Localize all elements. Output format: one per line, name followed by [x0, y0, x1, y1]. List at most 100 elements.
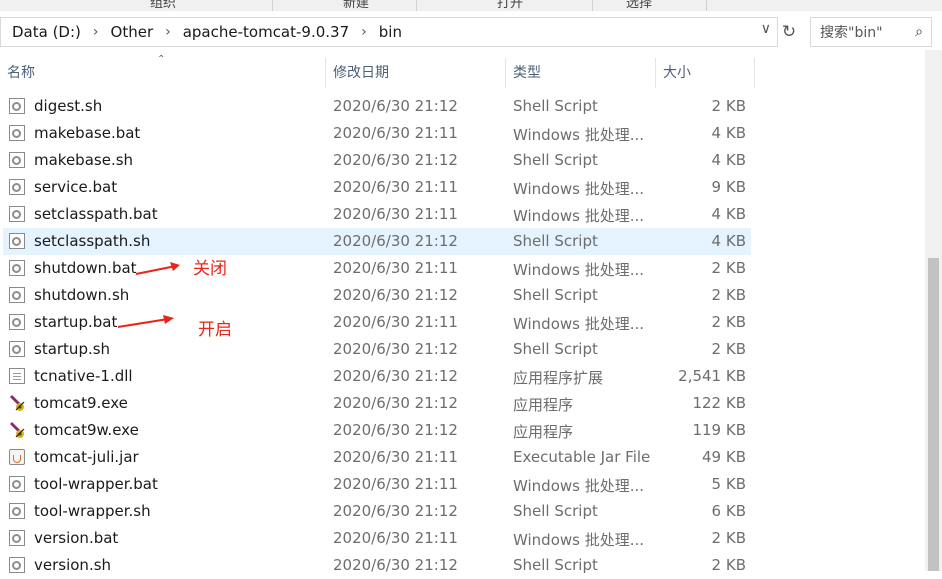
- file-row[interactable]: version.bat 2020/6/30 21:11 Windows 批处理...…: [3, 525, 751, 552]
- ribbon-tab-organize[interactable]: 组织: [150, 0, 176, 11]
- file-date: 2020/6/30 21:11: [333, 475, 458, 493]
- column-header-size[interactable]: 大小: [663, 56, 691, 88]
- file-row[interactable]: tool-wrapper.sh 2020/6/30 21:12 Shell Scri…: [3, 498, 751, 525]
- file-row[interactable]: makebase.bat 2020/6/30 21:11 Windows 批处理..…: [3, 120, 751, 147]
- file-type: Windows 批处理...: [513, 180, 645, 198]
- column-divider[interactable]: [505, 58, 506, 88]
- search-input[interactable]: 搜索"bin" ⌕: [810, 17, 932, 47]
- file-date: 2020/6/30 21:12: [333, 232, 458, 250]
- ribbon-separator: [706, 0, 707, 11]
- annotation-startup-label: 开启: [198, 320, 232, 340]
- script-file-icon: [9, 125, 25, 141]
- file-size: 9 KB: [711, 178, 746, 196]
- file-type: 应用程序: [513, 396, 574, 414]
- file-type: Windows 批处理...: [513, 126, 645, 144]
- file-row[interactable]: startup.sh 2020/6/30 21:12 Shell Script 2 K…: [3, 336, 751, 363]
- file-name: setclasspath.bat: [34, 205, 158, 223]
- tomcat-exe-icon: [9, 422, 25, 438]
- file-row[interactable]: tomcat9w.exe 2020/6/30 21:12 应用程序 119 KB: [3, 417, 751, 444]
- file-row[interactable]: tomcat-juli.jar 2020/6/30 21:11 Executable…: [3, 444, 751, 471]
- script-file-icon: [9, 530, 25, 546]
- file-size: 49 KB: [702, 448, 746, 466]
- file-row[interactable]: version.sh 2020/6/30 21:12 Shell Script 2 K…: [3, 552, 751, 579]
- breadcrumb-drive[interactable]: Data (D:): [12, 23, 81, 41]
- file-date: 2020/6/30 21:12: [333, 97, 458, 115]
- file-name: version.bat: [34, 529, 119, 547]
- file-name: tool-wrapper.bat: [34, 475, 158, 493]
- column-divider[interactable]: [655, 58, 656, 88]
- ribbon-separator: [416, 0, 417, 11]
- file-row[interactable]: setclasspath.sh 2020/6/30 21:12 Shell Scri…: [3, 228, 751, 255]
- file-name: shutdown.bat: [34, 259, 137, 277]
- file-row[interactable]: makebase.sh 2020/6/30 21:12 Shell Script 4 …: [3, 147, 751, 174]
- breadcrumb-tomcat[interactable]: apache-tomcat-9.0.37: [183, 23, 349, 41]
- file-row[interactable]: tool-wrapper.bat 2020/6/30 21:11 Windows 批…: [3, 471, 751, 498]
- column-header-type[interactable]: 类型: [513, 56, 541, 88]
- ribbon-tab-select[interactable]: 选择: [626, 0, 652, 11]
- vertical-scrollbar[interactable]: [925, 50, 942, 571]
- file-name: setclasspath.sh: [34, 232, 151, 250]
- search-icon[interactable]: ⌕: [915, 24, 923, 40]
- file-type: Windows 批处理...: [513, 261, 645, 279]
- dll-file-icon: [9, 368, 25, 384]
- file-date: 2020/6/30 21:12: [333, 421, 458, 439]
- file-date: 2020/6/30 21:12: [333, 556, 458, 574]
- file-size: 4 KB: [711, 124, 746, 142]
- file-date: 2020/6/30 21:11: [333, 259, 458, 277]
- script-file-icon: [9, 287, 25, 303]
- file-type: Shell Script: [513, 151, 598, 169]
- file-row[interactable]: digest.sh 2020/6/30 21:12 Shell Script 2 KB: [3, 93, 751, 120]
- column-divider[interactable]: [325, 58, 326, 88]
- file-name: makebase.sh: [34, 151, 134, 169]
- file-row[interactable]: setclasspath.bat 2020/6/30 21:11 Windows 批…: [3, 201, 751, 228]
- ribbon-bar: 组织 新建 打开 选择: [0, 0, 942, 11]
- column-header-name[interactable]: 名称: [7, 56, 35, 88]
- file-name: tomcat9w.exe: [34, 421, 139, 439]
- chevron-right-icon[interactable]: ›: [361, 24, 367, 40]
- file-row[interactable]: shutdown.bat 2020/6/30 21:11 Windows 批处理..…: [3, 255, 751, 282]
- address-bar[interactable]: Data (D:) › Other › apache-tomcat-9.0.37…: [0, 17, 778, 47]
- file-date: 2020/6/30 21:11: [333, 313, 458, 331]
- file-type: 应用程序: [513, 423, 574, 441]
- file-size: 2 KB: [711, 529, 746, 547]
- chevron-right-icon[interactable]: ›: [93, 24, 99, 40]
- file-name: makebase.bat: [34, 124, 141, 142]
- script-file-icon: [9, 476, 25, 492]
- file-date: 2020/6/30 21:11: [333, 124, 458, 142]
- file-name: digest.sh: [34, 97, 103, 115]
- file-name: startup.sh: [34, 340, 111, 358]
- breadcrumb-bin[interactable]: bin: [379, 23, 402, 41]
- chevron-down-icon[interactable]: ∨: [761, 21, 771, 37]
- column-header-date[interactable]: 修改日期: [333, 56, 389, 88]
- file-size: 2 KB: [711, 313, 746, 331]
- scrollbar-thumb[interactable]: [928, 258, 939, 571]
- file-type: Shell Script: [513, 232, 598, 250]
- search-placeholder: 搜索"bin": [820, 25, 883, 41]
- file-date: 2020/6/30 21:12: [333, 367, 458, 385]
- file-row[interactable]: tcnative-1.dll 2020/6/30 21:12 应用程序扩展 2,541…: [3, 363, 751, 390]
- file-name: tomcat-juli.jar: [34, 448, 139, 466]
- ribbon-separator: [592, 0, 593, 11]
- file-row[interactable]: tomcat9.exe 2020/6/30 21:12 应用程序 122 KB: [3, 390, 751, 417]
- file-type: Executable Jar File: [513, 448, 651, 466]
- ribbon-tab-open[interactable]: 打开: [497, 0, 523, 11]
- tomcat-exe-icon: [9, 395, 25, 411]
- chevron-right-icon[interactable]: ›: [165, 24, 171, 40]
- column-divider[interactable]: [754, 58, 755, 88]
- column-header: 名称 修改日期 类型 大小: [0, 56, 760, 88]
- file-size: 4 KB: [711, 151, 746, 169]
- breadcrumb-other[interactable]: Other: [111, 23, 154, 41]
- ribbon-tab-new[interactable]: 新建: [343, 0, 369, 11]
- script-file-icon: [9, 179, 25, 195]
- refresh-icon[interactable]: ↻: [778, 17, 800, 47]
- file-date: 2020/6/30 21:12: [333, 394, 458, 412]
- annotation-shutdown-label: 关闭: [193, 259, 227, 279]
- file-name: tool-wrapper.sh: [34, 502, 151, 520]
- file-type: Shell Script: [513, 97, 598, 115]
- file-name: shutdown.sh: [34, 286, 130, 304]
- file-size: 2,541 KB: [678, 367, 746, 385]
- file-row[interactable]: shutdown.sh 2020/6/30 21:12 Shell Script 2 …: [3, 282, 751, 309]
- script-file-icon: [9, 152, 25, 168]
- file-row[interactable]: service.bat 2020/6/30 21:11 Windows 批处理...…: [3, 174, 751, 201]
- file-date: 2020/6/30 21:11: [333, 205, 458, 223]
